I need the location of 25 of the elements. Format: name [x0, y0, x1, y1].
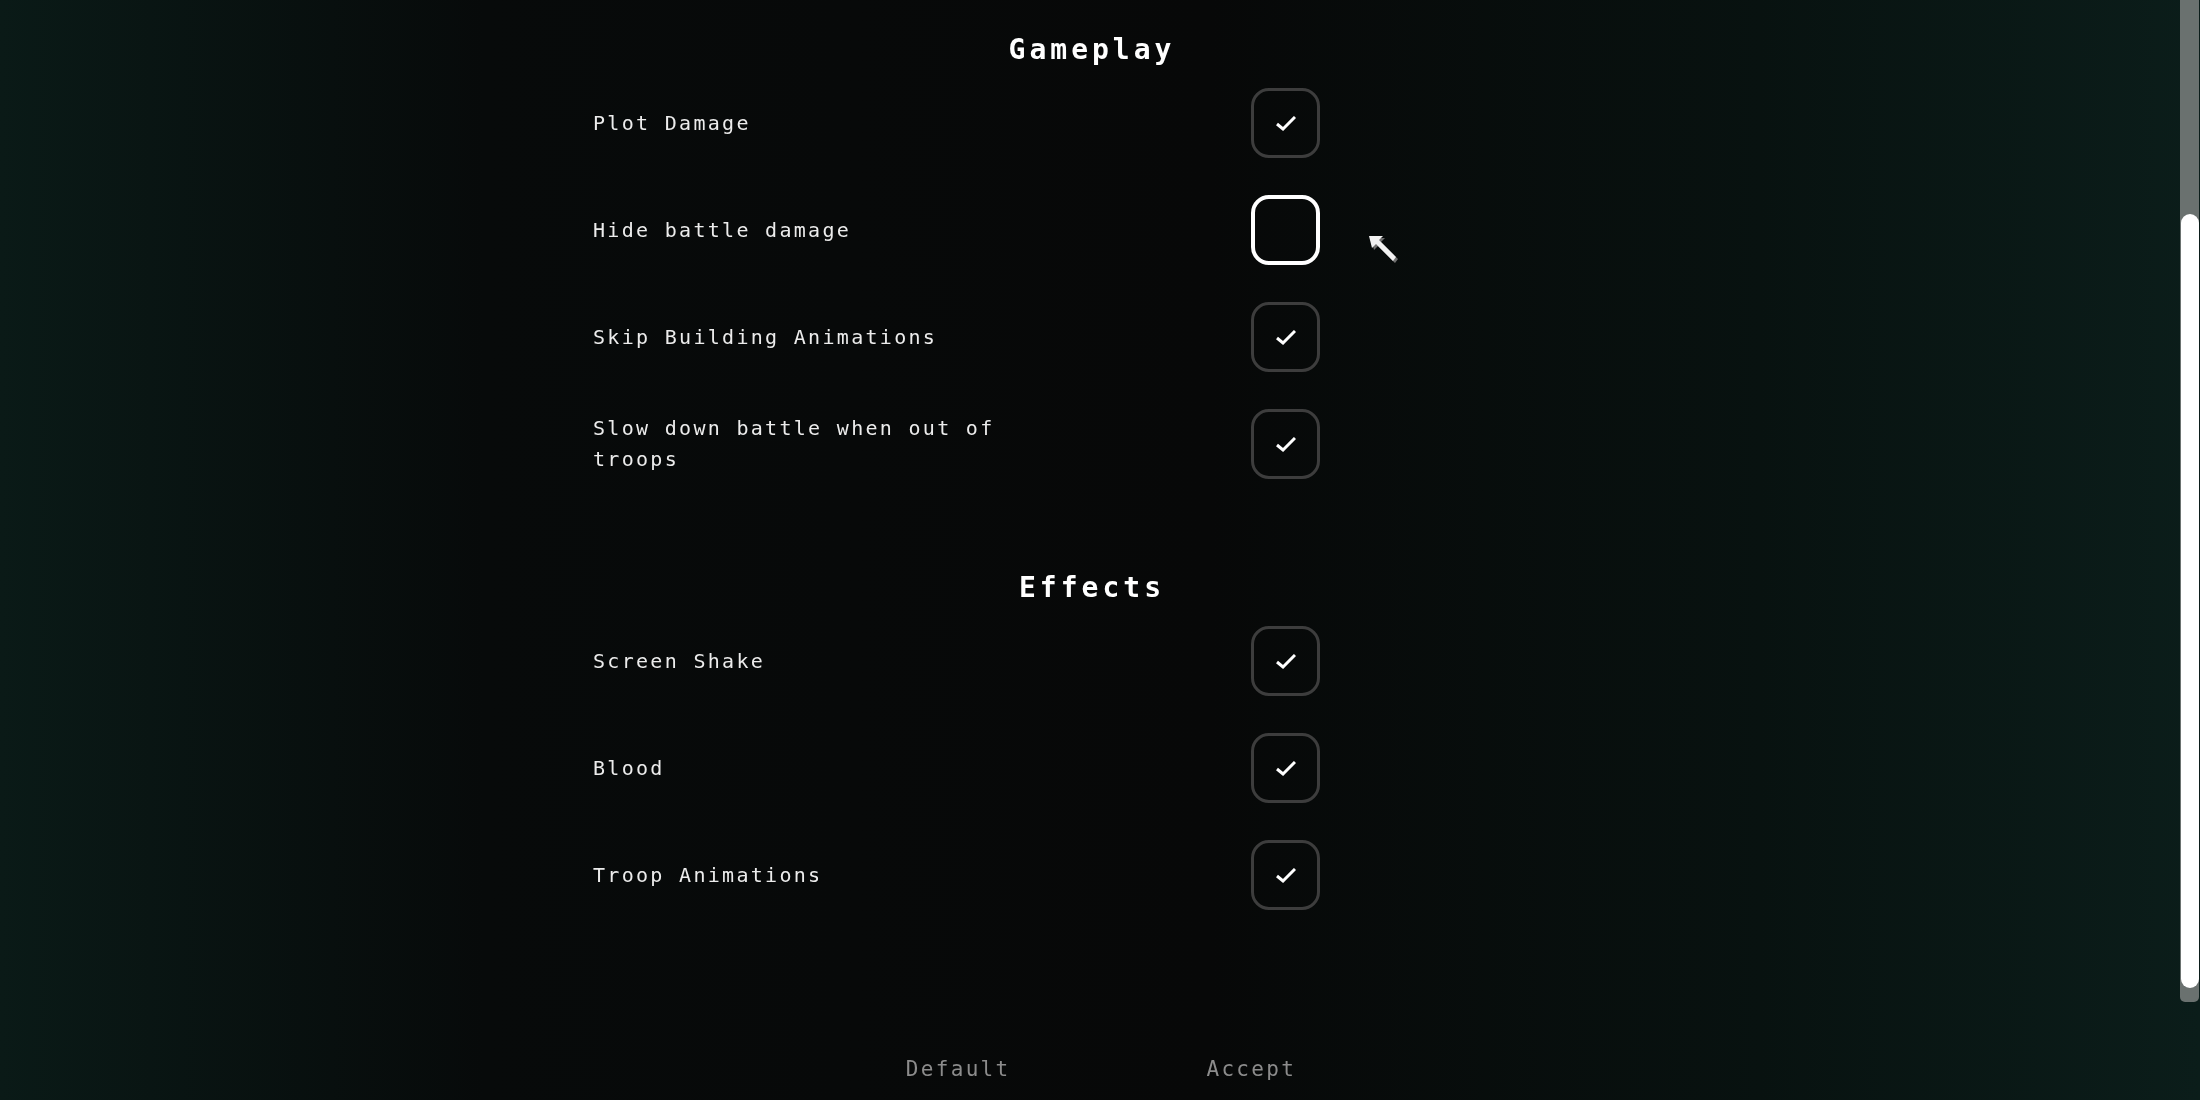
option-label: Skip Building Animations — [593, 323, 939, 351]
option-label: Blood — [593, 754, 666, 782]
checkbox[interactable] — [1251, 302, 1320, 372]
check-icon — [1275, 867, 1296, 883]
option-label: Hide battle damage — [593, 216, 853, 244]
option-label: Screen Shake — [593, 647, 767, 675]
check-icon — [1275, 115, 1296, 131]
checkbox[interactable] — [1251, 88, 1320, 158]
section-title: Effects — [1019, 570, 1165, 606]
check-icon — [1275, 653, 1296, 669]
footer-button[interactable]: Accept — [1204, 1050, 1299, 1089]
option-label: Slow down battle when out of troops — [593, 415, 996, 473]
checkbox[interactable] — [1251, 409, 1320, 479]
check-icon — [1275, 436, 1296, 452]
checkbox[interactable] — [1251, 733, 1320, 803]
section-title: Gameplay — [1008, 32, 1176, 68]
option-label: Plot Damage — [593, 109, 752, 137]
check-icon — [1275, 329, 1296, 345]
checkbox[interactable] — [1251, 840, 1320, 910]
option-label: Troop Animations — [593, 861, 824, 889]
footer-button[interactable]: Default — [903, 1050, 1013, 1089]
check-icon — [1275, 760, 1296, 776]
scrollbar-thumb[interactable] — [2180, 214, 2199, 988]
mouse-pointer-icon — [1366, 233, 1398, 263]
checkbox[interactable] — [1251, 626, 1320, 696]
